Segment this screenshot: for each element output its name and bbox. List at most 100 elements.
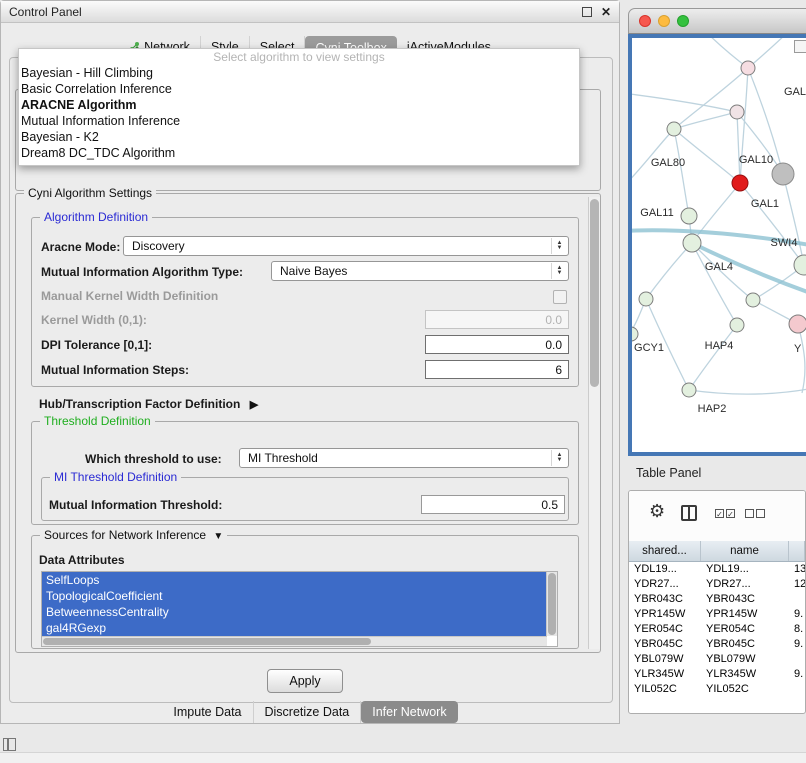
column-header-shared[interactable]: shared... (629, 541, 701, 561)
control-panel-titlebar[interactable]: Control Panel ✕ (1, 1, 619, 23)
network-view-window: GAL80 GAL10 GAL1 GAL11 SWI4 GAL4 GCY1 HA… (628, 8, 806, 456)
algorithm-option[interactable]: Dream8 DC_TDC Algorithm (19, 145, 579, 161)
kernel-width-label: Kernel Width (0,1): (41, 313, 147, 327)
combo-arrows-icon: ▲▼ (551, 263, 567, 279)
collapse-down-icon[interactable]: ▼ (213, 531, 223, 542)
network-node[interactable] (639, 292, 653, 306)
settings-scrollbar-thumb[interactable] (590, 199, 599, 387)
network-node-label: Y (794, 343, 802, 355)
network-node-labels: GAL80 GAL10 GAL1 GAL11 SWI4 GAL4 GCY1 HA… (634, 86, 806, 415)
network-node[interactable] (682, 383, 696, 397)
data-attributes-label: Data Attributes (39, 553, 125, 567)
which-threshold-select[interactable]: MI Threshold ▲▼ (239, 448, 569, 468)
network-node[interactable] (632, 327, 638, 341)
network-node[interactable] (681, 208, 697, 224)
network-node[interactable] (772, 163, 794, 185)
list-vertical-scrollbar[interactable] (546, 572, 557, 636)
sources-group-title[interactable]: Sources for Network Inference ▼ (40, 528, 227, 542)
manual-kernel-width-label: Manual Kernel Width Definition (41, 289, 218, 303)
table-row[interactable]: YBL079W YBL079W (629, 652, 805, 667)
bottom-tabbar: Impute Data Discretize Data Infer Networ… (1, 701, 619, 723)
aracne-mode-value: Discovery (132, 239, 185, 253)
table-row[interactable]: YIL052C YIL052C (629, 682, 805, 697)
network-node[interactable] (741, 61, 755, 75)
network-node-label: GAL1 (751, 198, 779, 210)
algorithm-option-selected[interactable]: ARACNE Algorithm (19, 97, 579, 113)
network-canvas[interactable]: GAL80 GAL10 GAL1 GAL11 SWI4 GAL4 GCY1 HA… (628, 34, 806, 456)
table-panel-title: Table Panel (636, 466, 701, 480)
which-threshold-value: MI Threshold (248, 451, 318, 465)
network-window-titlebar[interactable] (628, 8, 806, 34)
algorithm-option[interactable]: Bayesian - K2 (19, 129, 579, 145)
cyni-algorithm-settings-title: Cyni Algorithm Settings (24, 186, 156, 200)
table-row[interactable]: YBR045C YBR045C 9. (629, 637, 805, 652)
mi-threshold-value: 0.5 (541, 498, 558, 512)
table-row[interactable]: YBR043C YBR043C (629, 592, 805, 607)
gear-icon[interactable]: ⚙ (649, 501, 665, 522)
birdseye-corner-widget[interactable] (794, 40, 806, 53)
which-threshold-label: Which threshold to use: (85, 452, 222, 466)
close-window-button[interactable] (639, 15, 651, 27)
list-item[interactable]: SelfLoops (42, 572, 546, 588)
tab-infer-network[interactable]: Infer Network (361, 701, 457, 723)
mi-algorithm-type-select[interactable]: Naive Bayes ▲▼ (271, 261, 569, 281)
kernel-width-field: 0.0 (425, 310, 569, 329)
network-node[interactable] (730, 105, 744, 119)
select-all-icon[interactable]: ✓ ✓ (715, 509, 735, 518)
collapse-right-icon[interactable]: ▶ (250, 399, 258, 411)
network-node-label: GAL10 (739, 154, 773, 166)
mi-steps-label: Mutual Information Steps: (41, 363, 189, 377)
mi-steps-field[interactable]: 6 (425, 360, 569, 379)
network-node-label: GCY1 (634, 342, 664, 354)
hub-definition-section[interactable]: Hub/Transcription Factor Definition ▶ (39, 397, 258, 411)
float-window-icon[interactable] (582, 7, 592, 17)
mi-steps-value: 6 (555, 363, 562, 377)
network-node[interactable] (683, 234, 701, 252)
list-horizontal-scrollbar[interactable] (42, 636, 547, 646)
table-row[interactable]: YDL19... YDL19... 13 (629, 562, 805, 577)
table-row[interactable]: YER054C YER054C 8. (629, 622, 805, 637)
network-node[interactable] (730, 318, 744, 332)
network-node[interactable] (746, 293, 760, 307)
table-row[interactable]: YDR27... YDR27... 12 (629, 577, 805, 592)
table-row[interactable]: YLR345W YLR345W 9. (629, 667, 805, 682)
network-node[interactable] (789, 315, 806, 333)
close-icon[interactable]: ✕ (601, 7, 611, 17)
algorithm-dropdown-popup: Select algorithm to view settings Bayesi… (18, 48, 580, 166)
tab-impute-data[interactable]: Impute Data (162, 701, 253, 723)
apply-button[interactable]: Apply (267, 669, 343, 693)
columns-icon[interactable] (681, 505, 697, 521)
status-bar (0, 752, 806, 763)
table-toolbar: ⚙ ✓ ✓ (629, 491, 805, 542)
column-header-name[interactable]: name (701, 541, 789, 561)
control-panel-title: Control Panel (9, 5, 82, 19)
list-item[interactable]: gal4RGexp (42, 620, 546, 636)
table-row[interactable]: YPR145W YPR145W 9. (629, 607, 805, 622)
hub-definition-label: Hub/Transcription Factor Definition (39, 397, 240, 411)
column-header-extra[interactable] (789, 541, 805, 561)
control-panel-window: Control Panel ✕ Network Style Select Cyn… (0, 0, 620, 724)
mi-threshold-field[interactable]: 0.5 (421, 495, 565, 514)
network-node[interactable] (732, 175, 748, 191)
settings-scrollbar[interactable] (588, 197, 600, 649)
minimize-window-button[interactable] (658, 15, 670, 27)
mi-threshold-definition-title: MI Threshold Definition (50, 470, 181, 484)
network-node[interactable] (667, 122, 681, 136)
aracne-mode-select[interactable]: Discovery ▲▼ (123, 236, 569, 256)
tab-discretize-data[interactable]: Discretize Data (254, 701, 362, 723)
zoom-window-button[interactable] (677, 15, 689, 27)
list-item[interactable]: BetweennessCentrality (42, 604, 546, 620)
network-node-label: HAP2 (698, 403, 727, 415)
table-header: shared... name (629, 541, 805, 562)
dpi-tolerance-label: DPI Tolerance [0,1]: (41, 338, 152, 352)
table-panel-window: ⚙ ✓ ✓ shared... name YDL19... YDL19... 1… (628, 490, 806, 714)
algorithm-option[interactable]: Basic Correlation Inference (19, 81, 579, 97)
combo-arrows-icon: ▲▼ (551, 450, 567, 466)
dpi-tolerance-field[interactable]: 0.0 (425, 335, 569, 354)
list-item[interactable]: TopologicalCoefficient (42, 588, 546, 604)
network-node-label: SWI4 (771, 237, 798, 249)
collapsed-panel-icon[interactable] (3, 738, 16, 751)
algorithm-option[interactable]: Mutual Information Inference (19, 113, 579, 129)
deselect-all-icon[interactable] (745, 509, 765, 518)
algorithm-option[interactable]: Bayesian - Hill Climbing (19, 65, 579, 81)
